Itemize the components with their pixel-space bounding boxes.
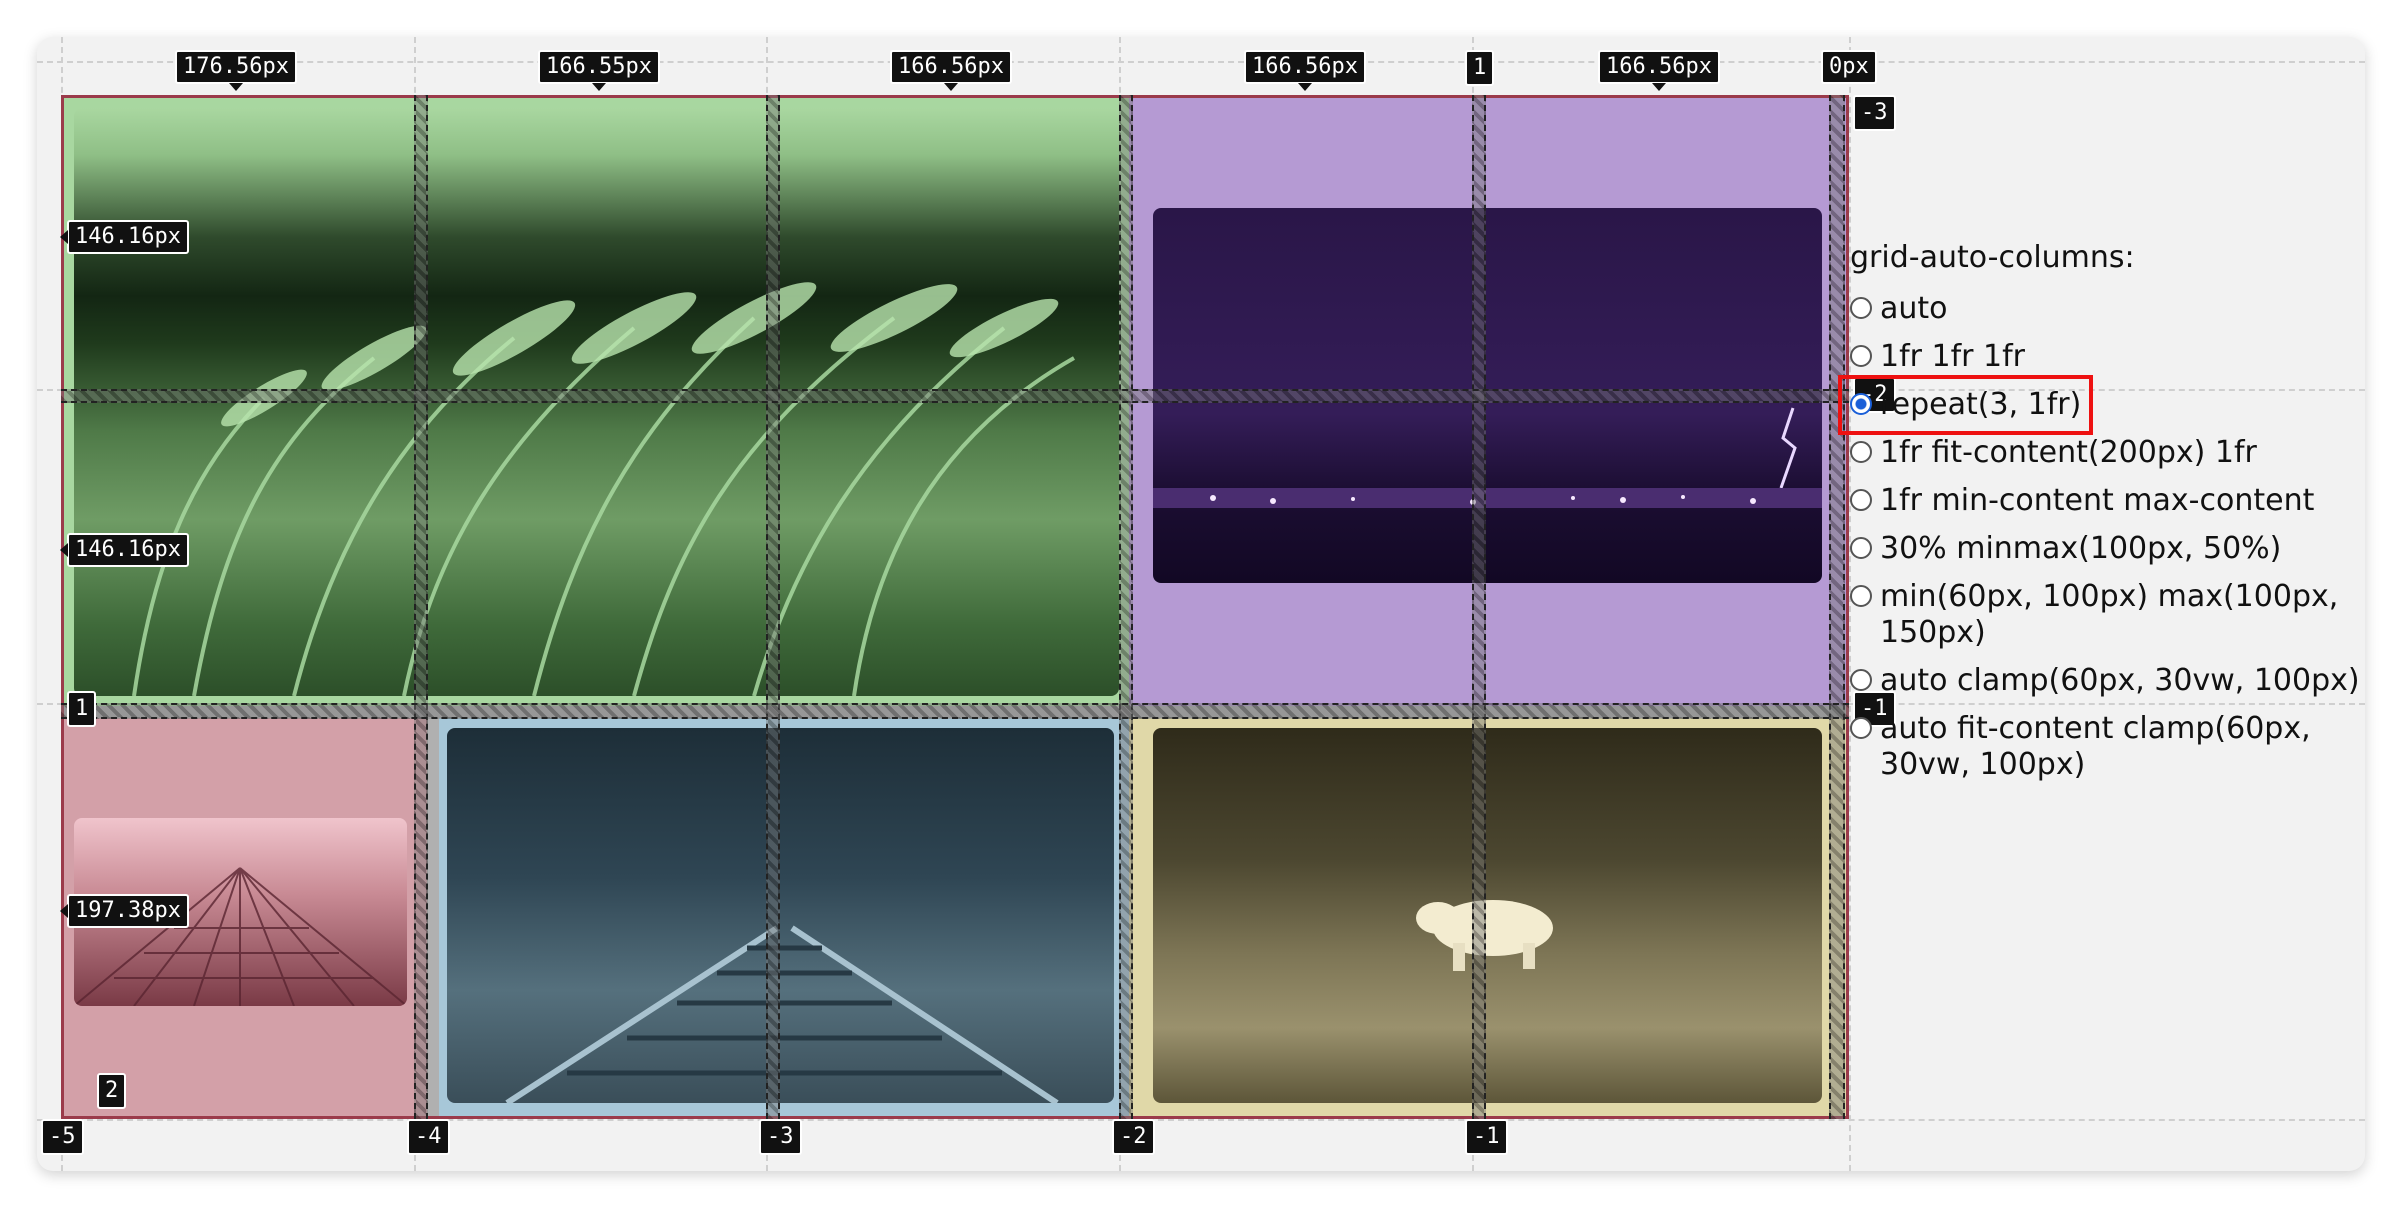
css-grid-container — [61, 95, 1849, 1119]
line-number-label: -3 — [1853, 95, 1896, 131]
radio-button[interactable] — [1850, 669, 1872, 691]
option-fit-content[interactable]: 1fr fit-content(200px) 1fr — [1850, 435, 2370, 471]
column-gap-overlay — [1119, 95, 1133, 1119]
grid-auto-columns-panel: grid-auto-columns: auto 1fr 1fr 1fr repe… — [1837, 240, 2370, 795]
option-minmax[interactable]: 30% minmax(100px, 50%) — [1850, 531, 2370, 567]
option-label: min(60px, 100px) max(100px, 150px) — [1880, 579, 2339, 650]
guide-line — [37, 61, 2365, 63]
option-label: auto — [1880, 291, 1948, 326]
column-gap-overlay — [414, 95, 428, 1119]
row-gap-overlay — [61, 703, 1849, 719]
polar-bear-photo-cell — [1129, 718, 1846, 1116]
row-size-label: 146.16px — [60, 533, 189, 567]
column-size-label: 166.56px — [1244, 50, 1366, 91]
option-label: repeat(3, 1fr) — [1880, 387, 2082, 422]
line-number-label: -2 — [1112, 1119, 1155, 1155]
radio-button-checked[interactable] — [1850, 393, 1872, 415]
option-auto[interactable]: auto — [1850, 291, 2370, 327]
option-label: auto fit-content clamp(60px, 30vw, 100px… — [1880, 711, 2311, 782]
column-size-label: 0px — [1821, 50, 1877, 84]
column-gap-overlay — [1472, 95, 1486, 1119]
option-min-max-content[interactable]: 1fr min-content max-content — [1850, 483, 2370, 519]
line-number-label: -1 — [1465, 1119, 1508, 1155]
option-label: 1fr min-content max-content — [1880, 483, 2315, 518]
column-size-label: 166.56px — [890, 50, 1012, 91]
column-gap-overlay — [1829, 95, 1845, 1119]
row-gap-overlay — [61, 389, 1849, 403]
guide-line — [37, 1119, 2365, 1121]
radio-button[interactable] — [1850, 441, 1872, 463]
option-label: 1fr fit-content(200px) 1fr — [1880, 435, 2257, 470]
line-number-label: 2 — [97, 1073, 127, 1109]
panel-title: grid-auto-columns: — [1850, 240, 2135, 275]
option-min-max[interactable]: min(60px, 100px) max(100px, 150px) — [1850, 579, 2370, 651]
option-1fr-1fr-1fr[interactable]: 1fr 1fr 1fr — [1850, 339, 2370, 375]
radio-button[interactable] — [1850, 537, 1872, 559]
line-number-label: -4 — [407, 1119, 450, 1155]
option-label: 1fr 1fr 1fr — [1880, 339, 2026, 374]
column-size-label: 176.56px — [175, 50, 297, 91]
railroad-image — [447, 728, 1114, 1103]
radio-button[interactable] — [1850, 345, 1872, 367]
option-auto-fit-content-clamp[interactable]: auto fit-content clamp(60px, 30vw, 100px… — [1850, 711, 2370, 783]
option-repeat-3-1fr[interactable]: repeat(3, 1fr) — [1837, 375, 2094, 435]
option-label: 30% minmax(100px, 50%) — [1880, 531, 2282, 566]
polar-bear-image — [1153, 728, 1822, 1103]
line-number-label: 1 — [67, 691, 97, 727]
radio-button[interactable] — [1850, 585, 1872, 607]
option-label: auto clamp(60px, 30vw, 100px) — [1880, 663, 2360, 698]
line-number-label: -3 — [759, 1119, 802, 1155]
row-size-label: 197.38px — [60, 894, 189, 928]
column-size-label: 166.55px — [538, 50, 660, 91]
line-number-label: 1 — [1465, 50, 1495, 86]
row-size-label: 146.16px — [60, 220, 189, 254]
column-gap-overlay — [766, 95, 780, 1119]
railroad-photo-cell — [439, 718, 1129, 1116]
radio-button[interactable] — [1850, 717, 1872, 739]
column-size-label: 166.56px — [1598, 50, 1720, 91]
radio-button[interactable] — [1850, 297, 1872, 319]
line-number-label: -5 — [41, 1119, 84, 1155]
option-auto-clamp[interactable]: auto clamp(60px, 30vw, 100px) — [1850, 663, 2370, 699]
radio-button[interactable] — [1850, 489, 1872, 511]
